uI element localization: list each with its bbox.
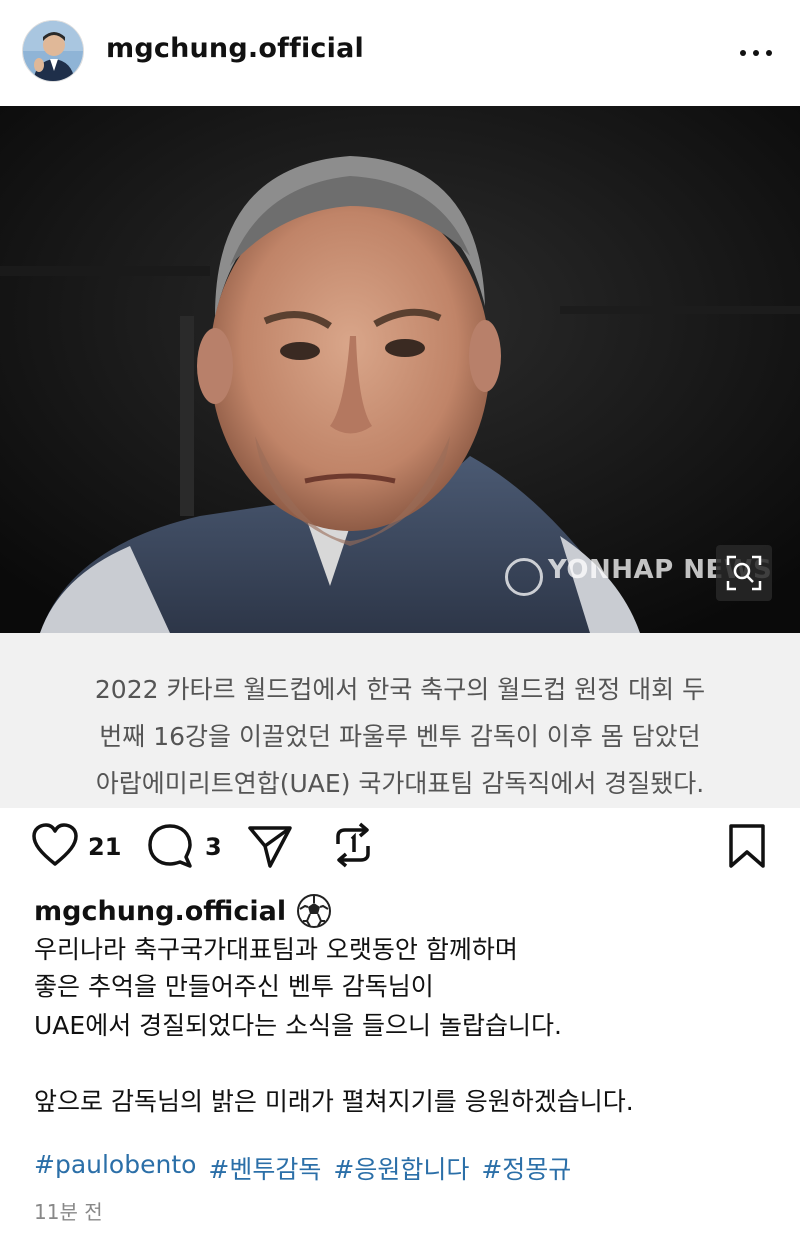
heart-icon bbox=[32, 823, 78, 866]
repost-button[interactable] bbox=[330, 820, 376, 874]
send-icon bbox=[248, 826, 292, 868]
yonhap-logo-icon bbox=[505, 558, 543, 596]
more-options-button[interactable] bbox=[734, 38, 778, 68]
zoom-icon bbox=[726, 555, 762, 591]
hashtag-link[interactable]: #벤투감독 bbox=[208, 1150, 321, 1186]
post-text-line: UAE에서 경질되었다는 소식을 들으니 놀랍습니다. bbox=[34, 1011, 562, 1040]
comment-icon bbox=[148, 824, 192, 868]
dot-icon bbox=[753, 50, 759, 56]
like-button[interactable] bbox=[30, 822, 80, 872]
hashtag-link[interactable]: #정몽규 bbox=[481, 1150, 571, 1186]
post-author-line: mgchung.official bbox=[34, 893, 332, 929]
share-button[interactable] bbox=[246, 822, 294, 874]
soccer-ball-icon bbox=[297, 894, 332, 928]
avatar[interactable] bbox=[22, 20, 84, 82]
post-timestamp: 11분 전 bbox=[34, 1200, 103, 1224]
save-button[interactable] bbox=[726, 822, 768, 874]
post-text-line: 우리나라 축구국가대표팀과 오랫동안 함께하며 bbox=[34, 935, 518, 964]
action-bar: 21 3 bbox=[0, 808, 800, 888]
post-text-line: 좋은 추억을 만들어주신 벤투 감독님이 bbox=[34, 972, 434, 1001]
hashtag-link[interactable]: #응원합니다 bbox=[333, 1150, 469, 1186]
dot-icon bbox=[766, 50, 772, 56]
comment-count[interactable]: 3 bbox=[205, 833, 222, 861]
comment-button[interactable] bbox=[146, 822, 194, 874]
hashtag-list: #paulobento #벤투감독 #응원합니다 #정몽규 bbox=[34, 1150, 571, 1186]
like-count[interactable]: 21 bbox=[88, 833, 121, 861]
zoom-button[interactable] bbox=[716, 545, 772, 601]
caption-line: 번째 16강을 이끌었던 파울루 벤투 감독이 이후 몸 담았던 bbox=[99, 722, 701, 751]
post-photo[interactable] bbox=[0, 106, 800, 633]
post-text-line: 앞으로 감독님의 밝은 미래가 펼쳐지기를 응원하겠습니다. bbox=[34, 1087, 634, 1116]
hashtag-link[interactable]: #paulobento bbox=[34, 1150, 196, 1186]
username[interactable]: mgchung.official bbox=[106, 33, 364, 64]
caption-line: 아랍에미리트연합(UAE) 국가대표팀 감독직에서 경질됐다. bbox=[95, 769, 705, 798]
post-header: mgchung.official bbox=[0, 0, 800, 106]
post-author[interactable]: mgchung.official bbox=[34, 896, 286, 927]
caption-line: 2022 카타르 월드컵에서 한국 축구의 월드컵 원정 대회 두 bbox=[94, 675, 706, 704]
dot-icon bbox=[740, 50, 746, 56]
bookmark-icon bbox=[729, 824, 765, 868]
repost-icon bbox=[336, 822, 370, 868]
caption-box: 2022 카타르 월드컵에서 한국 축구의 월드컵 원정 대회 두 번째 16강… bbox=[0, 633, 800, 808]
